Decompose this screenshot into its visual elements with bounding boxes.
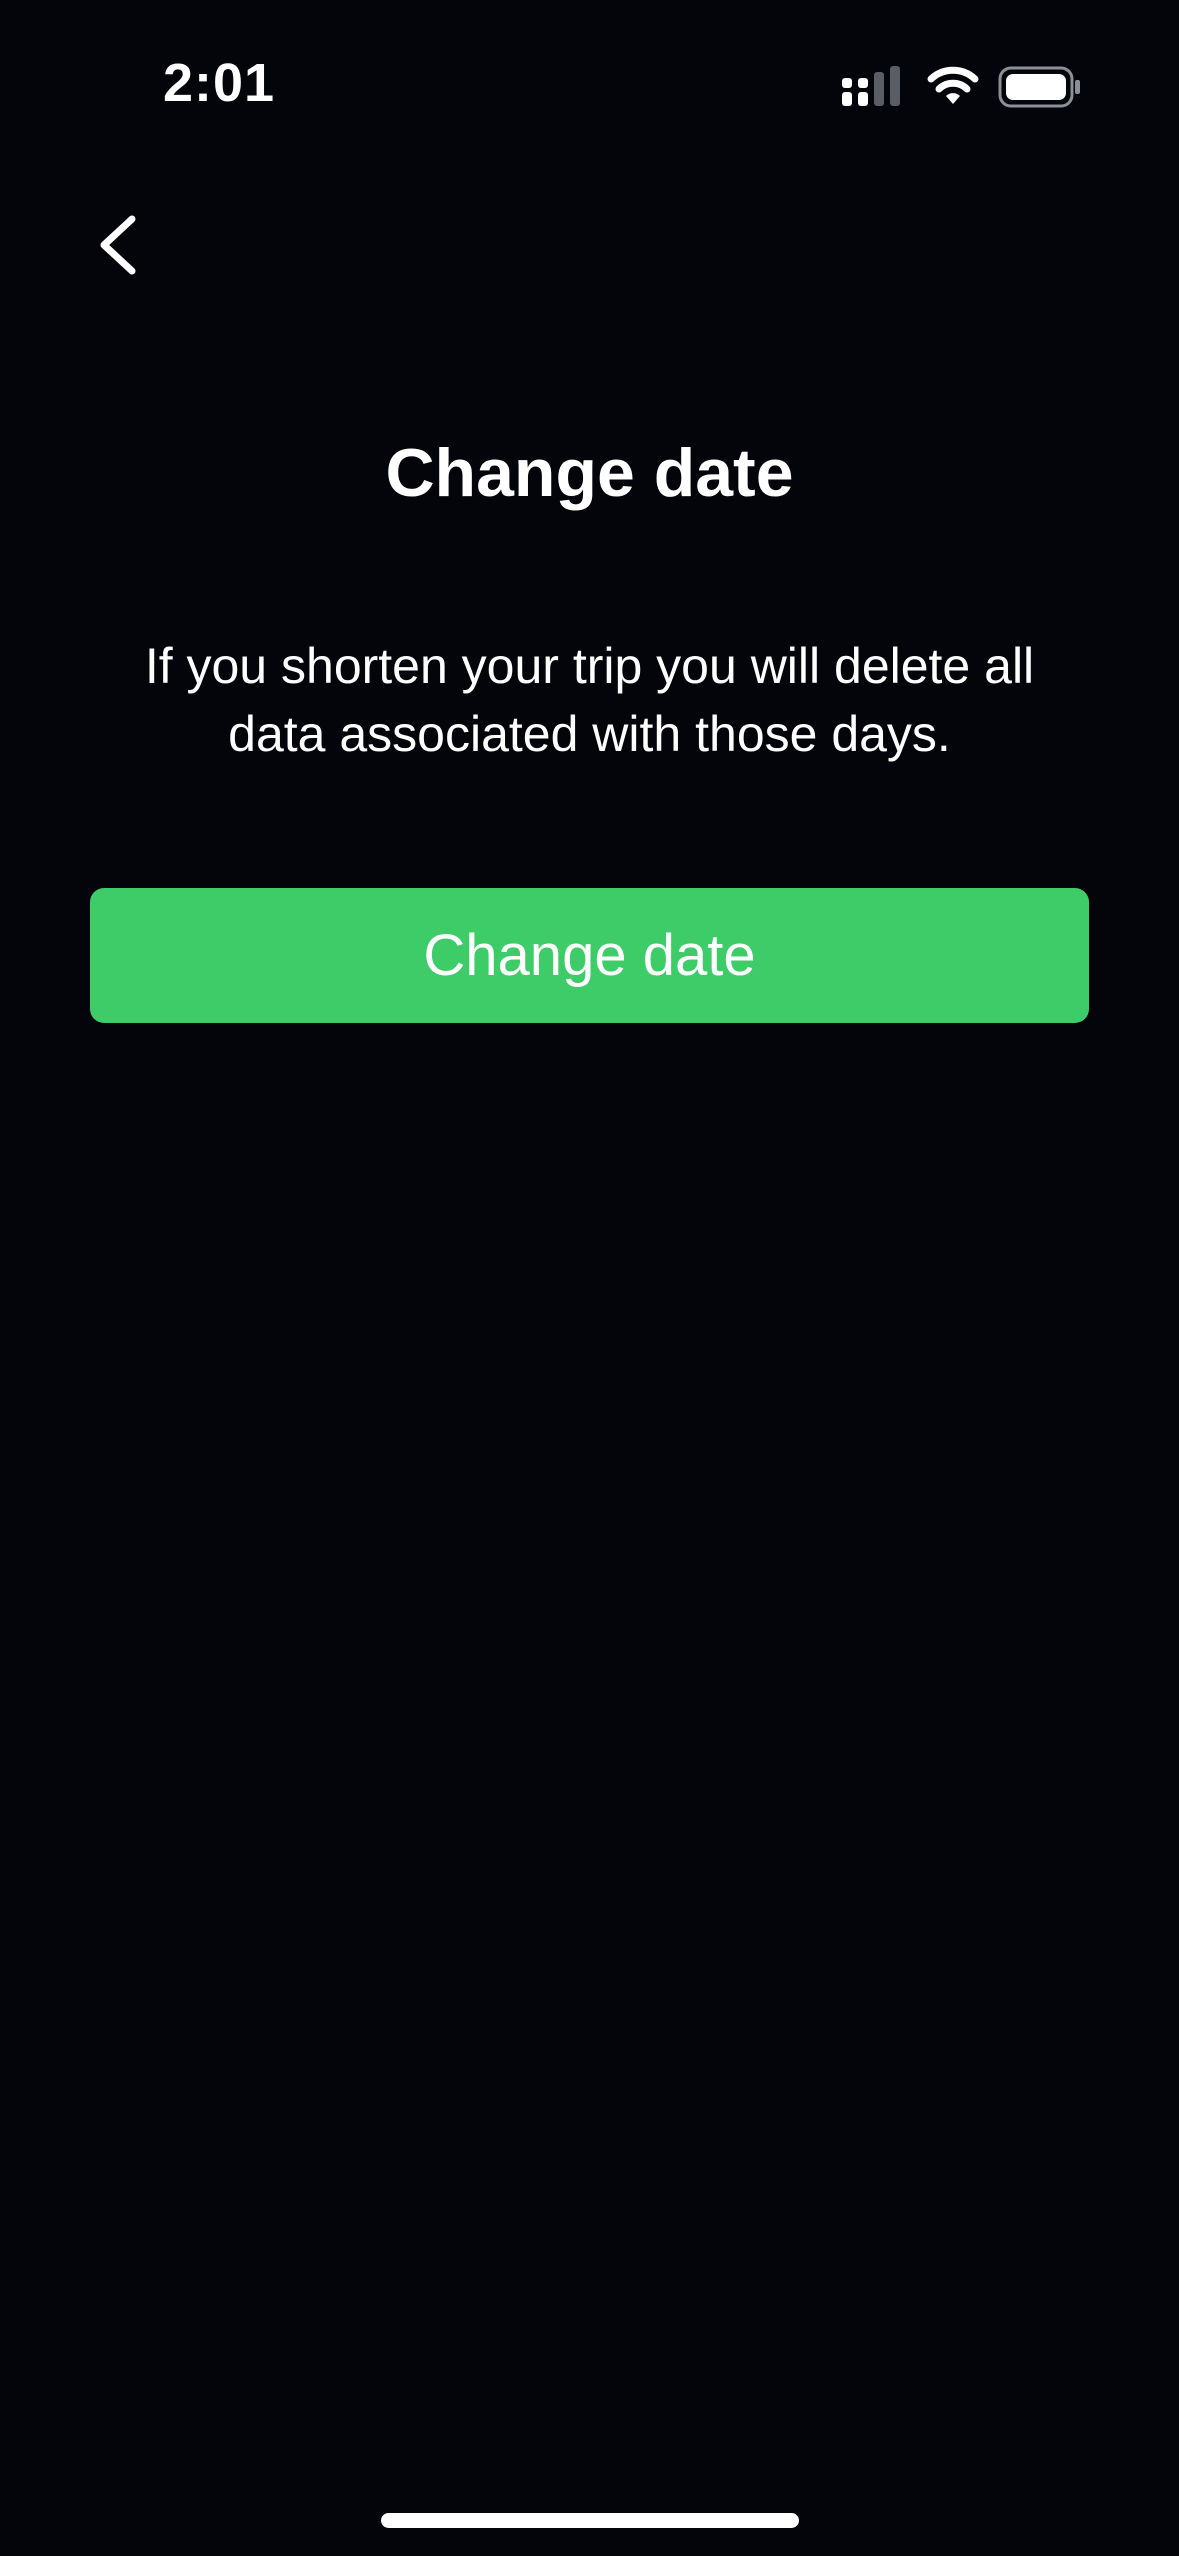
back-button[interactable] — [78, 200, 158, 290]
description-text: If you shorten your trip you will delete… — [144, 638, 1035, 762]
chevron-left-icon — [100, 215, 136, 275]
status-bar: 2:01 — [0, 0, 1179, 175]
change-date-button[interactable]: Change date — [90, 888, 1089, 1023]
home-indicator[interactable] — [381, 2513, 799, 2528]
wifi-icon — [926, 64, 980, 108]
cellular-signal-icon — [842, 66, 904, 110]
battery-icon — [998, 66, 1082, 108]
status-time: 2:01 — [163, 53, 276, 113]
change-date-screen: 2:01 Change date If you shorten your tri… — [0, 0, 1179, 2556]
page-title: Change date — [385, 435, 794, 511]
